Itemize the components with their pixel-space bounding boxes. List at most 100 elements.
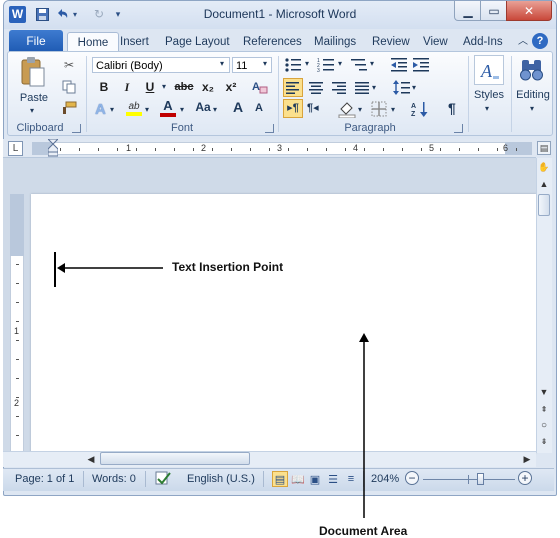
align-right-icon[interactable]: [330, 79, 348, 96]
vertical-scroll-thumb[interactable]: [538, 194, 550, 216]
rtl-paragraph-icon[interactable]: ¶◂: [307, 101, 319, 114]
horizontal-scroll-thumb[interactable]: [100, 452, 250, 465]
styles-dropdown-icon[interactable]: ▾: [485, 104, 489, 113]
print-layout-view-icon[interactable]: ▤: [272, 471, 288, 487]
font-name-dropdown-icon[interactable]: ▾: [220, 59, 224, 68]
show-hide-marks-toggle-icon[interactable]: ▸¶: [283, 99, 303, 118]
shrink-font-icon[interactable]: A: [252, 102, 266, 114]
align-left-icon[interactable]: [283, 78, 303, 97]
font-color-dropdown-icon[interactable]: ▾: [180, 105, 184, 114]
editing-binoculars-icon[interactable]: [518, 56, 546, 84]
tab-references[interactable]: References: [239, 32, 306, 52]
shading-icon[interactable]: [338, 100, 356, 119]
clear-formatting-icon[interactable]: A: [251, 78, 269, 96]
zoom-slider-thumb[interactable]: [477, 473, 484, 485]
underline-dropdown-icon[interactable]: ▾: [162, 82, 166, 91]
numbering-dropdown-icon[interactable]: ▾: [338, 59, 342, 68]
cut-icon[interactable]: ✂: [60, 56, 78, 74]
tab-page-layout[interactable]: Page Layout: [161, 32, 234, 52]
bold-icon[interactable]: B: [95, 78, 113, 96]
grow-font-icon[interactable]: A: [230, 99, 246, 115]
justify-icon[interactable]: [353, 79, 371, 96]
paste-icon[interactable]: [20, 56, 46, 90]
multilevel-dropdown-icon[interactable]: ▾: [370, 59, 374, 68]
language[interactable]: English (U.S.): [187, 473, 255, 485]
strikethrough-icon[interactable]: abc: [172, 78, 196, 96]
web-layout-icon[interactable]: ▣: [307, 471, 323, 487]
font-dialog-launcher-icon[interactable]: [265, 124, 274, 133]
borders-icon[interactable]: [371, 101, 387, 117]
highlight-dropdown-icon[interactable]: ▾: [145, 105, 149, 114]
editing-button[interactable]: Editing: [512, 89, 554, 101]
line-spacing-icon[interactable]: [393, 79, 411, 96]
minimize-ribbon-icon[interactable]: ︿: [514, 32, 532, 52]
ruler-toggle-icon[interactable]: ▤: [537, 141, 551, 155]
superscript-icon[interactable]: x²: [221, 78, 241, 96]
previous-page-icon[interactable]: ⇞: [537, 402, 551, 416]
help-icon[interactable]: ?: [532, 33, 548, 49]
full-screen-reading-icon[interactable]: 📖: [290, 471, 306, 487]
shading-dropdown-icon[interactable]: ▾: [358, 105, 362, 114]
horizontal-scrollbar[interactable]: [3, 451, 536, 467]
paste-button[interactable]: Paste: [19, 92, 49, 104]
tab-review[interactable]: Review: [368, 32, 414, 52]
borders-dropdown-icon[interactable]: ▾: [391, 105, 395, 114]
font-color-icon[interactable]: A: [159, 98, 177, 117]
text-effects-dropdown-icon[interactable]: ▾: [110, 105, 114, 114]
tab-home[interactable]: Home: [67, 32, 119, 53]
document-page[interactable]: [31, 194, 536, 453]
multilevel-list-icon[interactable]: [350, 57, 368, 73]
next-page-icon[interactable]: ⇟: [537, 434, 551, 448]
zoom-out-icon[interactable]: −: [405, 471, 419, 485]
tab-mailings[interactable]: Mailings: [310, 32, 360, 52]
tab-insert[interactable]: Insert: [116, 32, 153, 52]
font-size-dropdown-icon[interactable]: ▾: [263, 59, 267, 68]
tab-file[interactable]: File: [9, 30, 63, 52]
paragraph-dialog-launcher-icon[interactable]: [454, 124, 463, 133]
scroll-down-arrow-icon[interactable]: ▼: [537, 385, 551, 399]
highlight-icon[interactable]: ab: [124, 99, 144, 117]
paste-dropdown-icon[interactable]: ▾: [30, 106, 34, 115]
select-browse-object-icon[interactable]: ○: [537, 418, 551, 432]
scroll-right-arrow-icon[interactable]: ▶: [520, 452, 534, 466]
bullets-icon[interactable]: [284, 57, 302, 73]
format-painter-icon[interactable]: [60, 99, 78, 117]
pilcrow-icon[interactable]: ¶: [448, 100, 456, 116]
page-count[interactable]: Page: 1 of 1: [15, 473, 74, 485]
styles-button[interactable]: Styles: [470, 89, 508, 101]
underline-icon[interactable]: U: [141, 78, 159, 96]
change-case-dropdown-icon[interactable]: ▾: [213, 105, 217, 114]
scroll-up-arrow-icon[interactable]: ▲: [537, 177, 551, 191]
word-count[interactable]: Words: 0: [92, 473, 136, 485]
editing-dropdown-icon[interactable]: ▾: [530, 104, 534, 113]
align-center-icon[interactable]: [307, 79, 325, 96]
maximize-icon[interactable]: ▭: [480, 1, 508, 21]
tab-view[interactable]: View: [419, 32, 452, 52]
proofing-icon[interactable]: [154, 470, 172, 486]
indent-marker-icon[interactable]: [46, 138, 60, 157]
copy-icon[interactable]: [60, 78, 78, 96]
zoom-slider-track[interactable]: [423, 479, 515, 480]
subscript-icon[interactable]: x₂: [198, 78, 218, 96]
font-name-combo[interactable]: Calibri (Body): [92, 57, 230, 73]
hand-tool-icon[interactable]: ✋: [537, 160, 551, 174]
minimize-icon[interactable]: ▁: [454, 1, 482, 21]
zoom-level[interactable]: 204%: [371, 473, 399, 485]
close-icon[interactable]: ✕: [506, 1, 552, 21]
sort-icon[interactable]: AZ: [411, 100, 431, 118]
bullets-dropdown-icon[interactable]: ▾: [305, 59, 309, 68]
tab-addins[interactable]: Add-Ins: [459, 32, 507, 52]
increase-indent-icon[interactable]: [412, 57, 430, 73]
scroll-left-arrow-icon[interactable]: ◀: [84, 452, 98, 466]
outline-view-icon[interactable]: ☰: [325, 471, 341, 487]
tab-selector[interactable]: L: [8, 141, 23, 156]
decrease-indent-icon[interactable]: [390, 57, 408, 73]
numbering-icon[interactable]: 123: [317, 57, 335, 74]
clipboard-dialog-launcher-icon[interactable]: [72, 124, 81, 133]
text-effects-icon[interactable]: A: [95, 101, 106, 118]
change-case-icon[interactable]: Aa: [193, 100, 213, 114]
italic-icon[interactable]: I: [118, 78, 136, 96]
line-spacing-dropdown-icon[interactable]: ▾: [412, 83, 416, 92]
styles-icon[interactable]: A: [474, 55, 504, 85]
zoom-in-icon[interactable]: +: [518, 471, 532, 485]
